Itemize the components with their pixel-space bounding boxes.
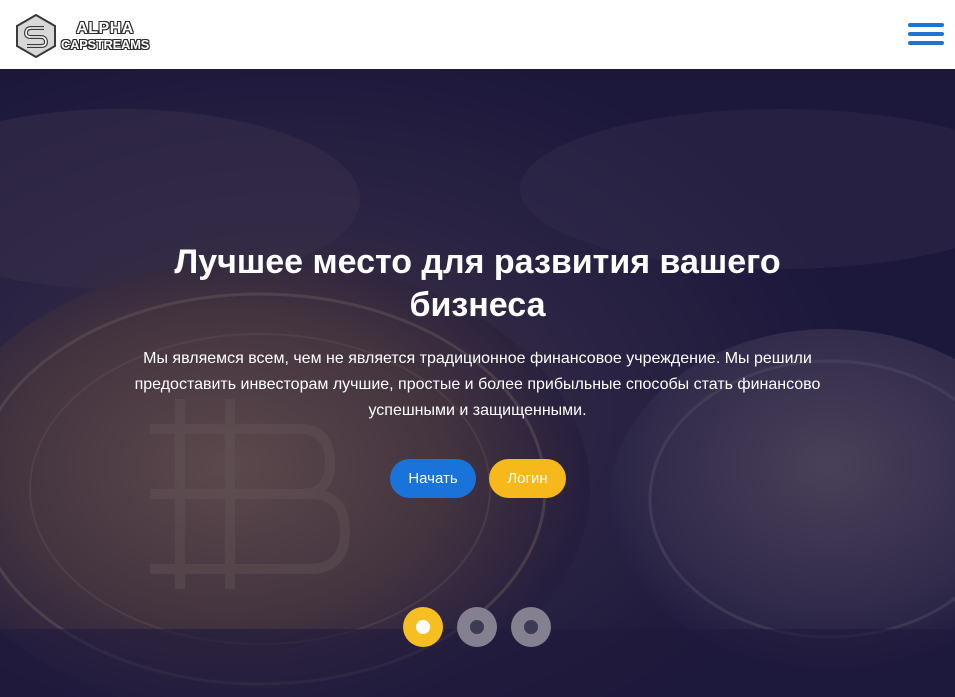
menu-bar [908,23,944,27]
page: ALPHA CAPSTREAMS Лучшее место для развит… [0,0,955,697]
logo-text-capstreams: CAPSTREAMS [61,37,150,52]
site-header: ALPHA CAPSTREAMS [0,0,955,69]
login-button[interactable]: Логин [489,459,566,498]
slider-dot-3[interactable] [511,607,551,647]
slider-dot-2[interactable] [457,607,497,647]
logo-wordmark: ALPHA CAPSTREAMS [61,20,150,52]
logo-text-alpha: ALPHA [76,20,134,37]
start-button[interactable]: Начать [390,459,476,498]
slider-pagination [403,607,551,647]
hero-description: Мы являемся всем, чем не является традиц… [134,350,821,419]
logo[interactable]: ALPHA CAPSTREAMS [15,13,149,59]
hamburger-menu-icon[interactable] [908,23,944,46]
hero-slider: Лучшее место для развития вашего бизнеса… [0,69,955,697]
menu-bar [908,32,944,36]
logo-icon [16,14,56,58]
slider-dot-1[interactable] [403,607,443,647]
hero-title: Лучшее место для развития вашего бизнеса [174,243,781,324]
menu-bar [908,41,944,45]
